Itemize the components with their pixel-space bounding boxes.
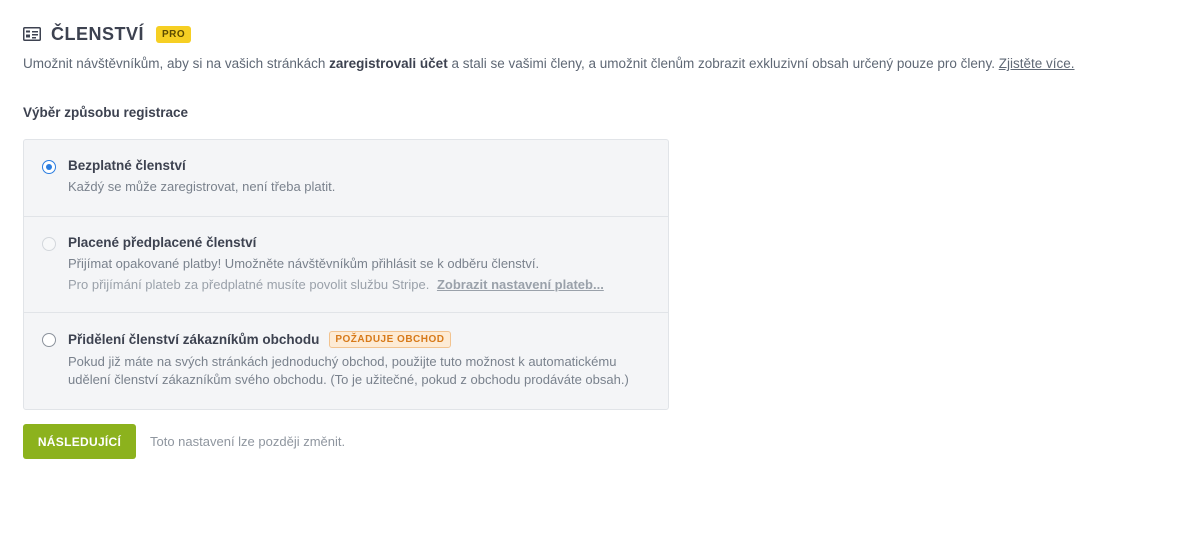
page-title: ČLENSTVÍ <box>51 23 145 44</box>
option-description: Každý se může zaregistrovat, není třeba … <box>68 179 336 194</box>
option-title: Placené předplacené členství <box>68 235 257 250</box>
option-paid-membership: Placené předplacené členství Přijímat op… <box>24 217 668 313</box>
option-store-membership[interactable]: Přidělení členství zákazníkům obchodu PO… <box>24 313 668 409</box>
learn-more-link[interactable]: Zjistěte více. <box>999 56 1075 71</box>
radio-free-membership[interactable] <box>42 160 56 174</box>
intro-text-bold: zaregistrovali účet <box>329 56 448 71</box>
section-label: Výběr způsobu registrace <box>23 105 189 120</box>
requires-store-badge: POŽADUJE OBCHOD <box>329 331 451 348</box>
radio-store-membership[interactable] <box>42 333 56 347</box>
membership-settings-page: ČLENSTVÍ PRO Umožnit návštěvníkům, aby s… <box>0 0 1200 551</box>
option-free-membership[interactable]: Bezplatné členství Každý se může zaregis… <box>24 140 668 217</box>
stripe-note-text: Pro přijímání plateb za předplatné musít… <box>68 277 430 292</box>
option-title: Bezplatné členství <box>68 158 186 173</box>
intro-text: Umožnit návštěvníkům, aby si na vašich s… <box>23 56 1177 71</box>
registration-options: Bezplatné členství Každý se může zaregis… <box>23 139 669 410</box>
radio-paid-membership <box>42 237 56 251</box>
page-header: ČLENSTVÍ PRO <box>23 22 1177 46</box>
next-button[interactable]: NÁSLEDUJÍCÍ <box>23 424 136 459</box>
payment-settings-link[interactable]: Zobrazit nastavení plateb... <box>437 277 604 292</box>
pro-badge: PRO <box>156 25 192 43</box>
id-card-icon <box>23 27 41 41</box>
option-title: Přidělení členství zákazníkům obchodu <box>68 332 320 347</box>
option-description: Přijímat opakované platby! Umožněte návš… <box>68 256 540 271</box>
option-note: Pro přijímání plateb za předplatné musít… <box>68 277 650 292</box>
footer: NÁSLEDUJÍCÍ Toto nastavení lze později z… <box>23 424 1177 459</box>
intro-text-before: Umožnit návštěvníkům, aby si na vašich s… <box>23 56 330 71</box>
option-description: Pokud již máte na svých stránkách jednod… <box>68 354 629 387</box>
footer-note: Toto nastavení lze později změnit. <box>150 434 346 449</box>
intro-text-after: a stali se vašimi členy, a umožnit členů… <box>447 56 999 71</box>
